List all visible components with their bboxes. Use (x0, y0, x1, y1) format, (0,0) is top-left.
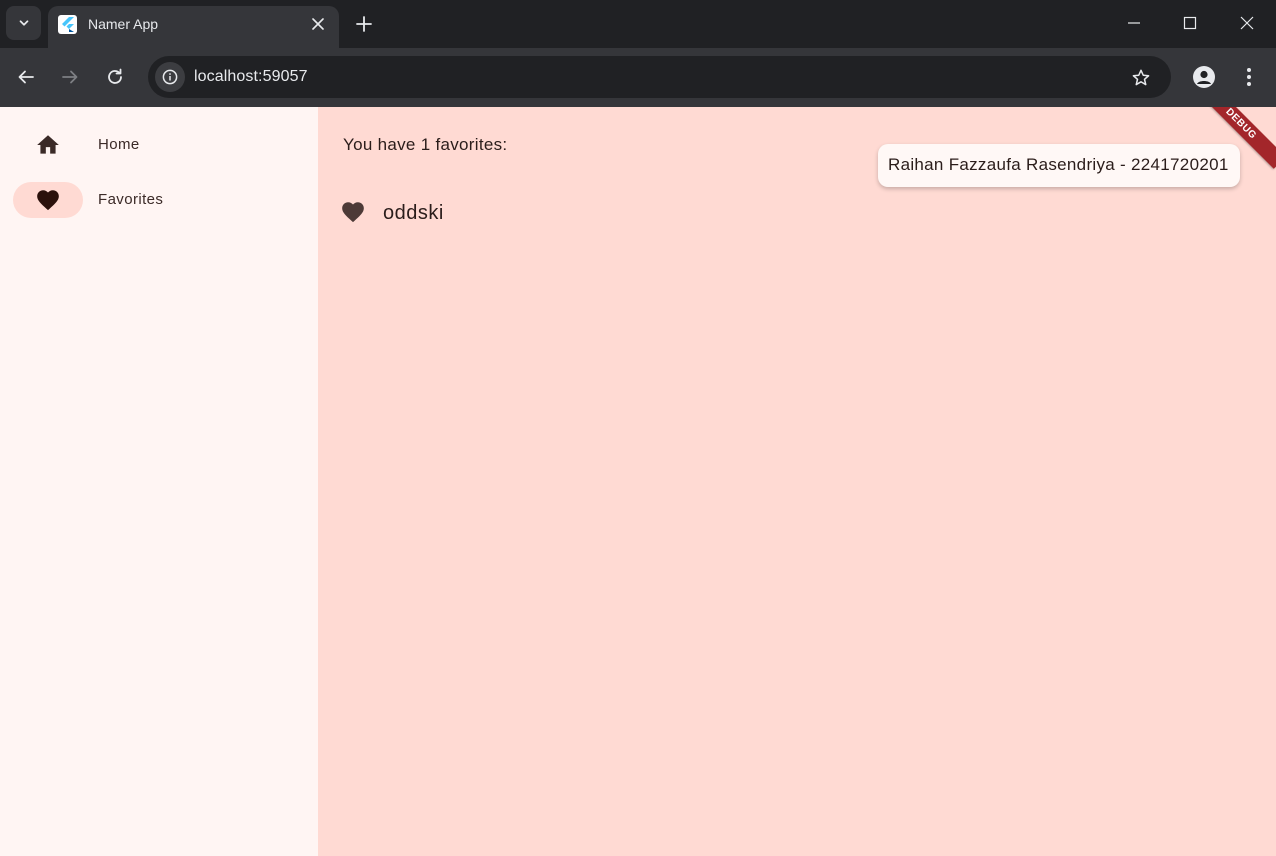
profile-icon (1193, 66, 1215, 88)
heart-icon (342, 202, 364, 223)
new-tab-button[interactable] (350, 10, 378, 38)
rail-item-favorites[interactable]: Favorites (0, 178, 318, 222)
forward-arrow-icon (62, 70, 78, 84)
favorite-word: oddski (383, 202, 444, 224)
browser-toolbar: localhost:59057 (0, 48, 1276, 107)
bookmark-button[interactable] (1128, 65, 1154, 91)
site-info-button[interactable] (155, 62, 185, 92)
rail-item-home[interactable]: Home (0, 123, 318, 167)
heart-icon (37, 190, 59, 211)
address-bar[interactable]: localhost:59057 (148, 56, 1171, 98)
chevron-down-icon (19, 20, 28, 26)
back-arrow-icon (18, 70, 34, 84)
rail-label-home: Home (98, 136, 140, 153)
favorites-page: You have 1 favorites: oddski Raihan Fazz… (318, 107, 1276, 856)
tab-search-button[interactable] (6, 6, 41, 40)
more-vert-icon (1247, 68, 1251, 86)
window-close-icon (1240, 16, 1254, 30)
rail-indicator-home (13, 127, 83, 163)
rail-label-favorites: Favorites (98, 191, 164, 208)
flutter-logo-icon (58, 15, 77, 34)
name-chip: Raihan Fazzaufa Rasendriya - 2241720201 (878, 144, 1240, 187)
profile-button[interactable] (1189, 62, 1219, 92)
rail-indicator-favorites (13, 182, 83, 218)
app-viewport: Home Favorites You have 1 favorites: odd… (0, 107, 1276, 856)
plus-icon (356, 16, 372, 32)
info-icon (162, 69, 178, 85)
star-outline-icon (1132, 69, 1150, 86)
browser-tabstrip: Namer App (0, 0, 1276, 48)
navigation-rail: Home Favorites (0, 107, 318, 856)
reload-icon (108, 68, 122, 84)
close-icon (312, 18, 324, 30)
browser-menu-button[interactable] (1234, 62, 1264, 92)
browser-tab[interactable]: Namer App (48, 6, 339, 48)
back-button[interactable] (11, 62, 41, 92)
reload-button[interactable] (100, 62, 130, 92)
maximize-icon (1183, 16, 1197, 30)
favorites-count-text: You have 1 favorites: (343, 135, 508, 154)
name-chip-text: Raihan Fazzaufa Rasendriya - 2241720201 (888, 155, 1229, 174)
minimize-button[interactable] (1114, 6, 1154, 40)
home-icon (37, 135, 59, 154)
maximize-button[interactable] (1170, 6, 1210, 40)
url-text[interactable]: localhost:59057 (194, 67, 308, 87)
tab-title: Namer App (88, 16, 159, 32)
tab-close-button[interactable] (308, 14, 328, 34)
minimize-icon (1128, 22, 1140, 24)
forward-button[interactable] (55, 62, 85, 92)
list-item[interactable]: oddski (318, 189, 1276, 235)
window-close-button[interactable] (1227, 6, 1267, 40)
